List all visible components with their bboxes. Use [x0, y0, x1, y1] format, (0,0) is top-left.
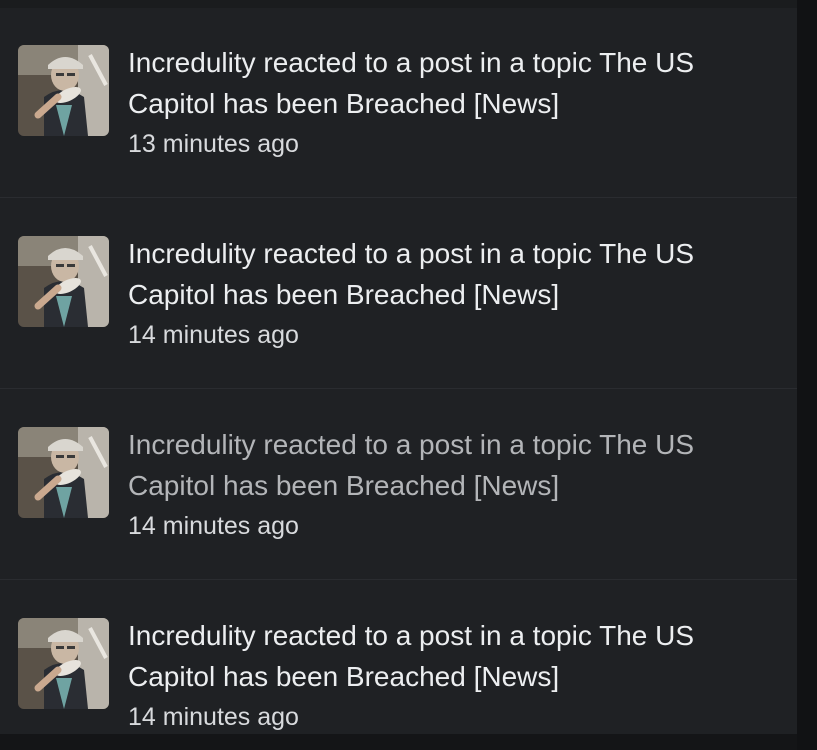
user-avatar-icon[interactable]: [18, 45, 109, 136]
notification-timestamp: 14 minutes ago: [128, 321, 299, 349]
avatar-image: [18, 618, 109, 709]
notification-item[interactable]: Incredulity reacted to a post in a topic…: [0, 199, 797, 389]
notification-text-block: Incredulity reacted to a post in a topic…: [128, 424, 778, 546]
notification-timestamp: 14 minutes ago: [128, 512, 299, 540]
notification-timestamp: 14 minutes ago: [128, 703, 299, 731]
notification-message[interactable]: Incredulity reacted to a post in a topic…: [128, 233, 778, 315]
notification-item[interactable]: Incredulity reacted to a post in a topic…: [0, 581, 797, 750]
notification-item[interactable]: Incredulity reacted to a post in a topic…: [0, 8, 797, 198]
top-edge: [0, 0, 797, 8]
user-avatar-icon[interactable]: [18, 618, 109, 709]
user-avatar-icon[interactable]: [18, 427, 109, 518]
avatar-image: [18, 45, 109, 136]
notification-message[interactable]: Incredulity reacted to a post in a topic…: [128, 424, 778, 506]
notification-item[interactable]: Incredulity reacted to a post in a topic…: [0, 390, 797, 580]
notification-message[interactable]: Incredulity reacted to a post in a topic…: [128, 615, 778, 697]
notification-list: Incredulity reacted to a post in a topic…: [0, 8, 797, 734]
avatar-image: [18, 427, 109, 518]
notification-text-block: Incredulity reacted to a post in a topic…: [128, 42, 778, 164]
notification-timestamp: 13 minutes ago: [128, 130, 299, 158]
avatar-image: [18, 236, 109, 327]
notification-message[interactable]: Incredulity reacted to a post in a topic…: [128, 42, 778, 124]
notification-text-block: Incredulity reacted to a post in a topic…: [128, 233, 778, 355]
user-avatar-icon[interactable]: [18, 236, 109, 327]
scrollbar-track[interactable]: [797, 0, 817, 750]
notification-text-block: Incredulity reacted to a post in a topic…: [128, 615, 778, 737]
